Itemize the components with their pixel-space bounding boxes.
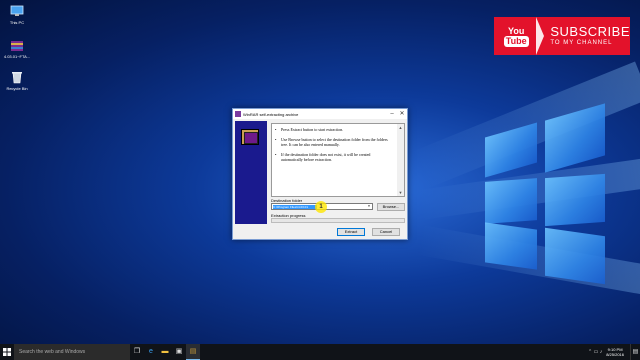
- wallpaper-pane: [485, 222, 537, 270]
- subscribe-text: SUBSCRIBE TO MY CHANNEL: [550, 25, 630, 47]
- scroll-down-icon[interactable]: ▼: [397, 189, 404, 196]
- windows-logo-icon: [3, 348, 11, 356]
- desktop-icon-archive[interactable]: 4.03.01~FTA...: [2, 38, 32, 59]
- instruction-text: Use Browse button to select the destinat…: [281, 137, 388, 147]
- destination-folder-value[interactable]: C:\\Program Files\\4.03.01: [273, 205, 317, 209]
- winrar-icon: [235, 111, 241, 117]
- instructions-pane: • Press Extract button to start extracti…: [271, 123, 405, 197]
- scroll-up-icon[interactable]: ▲: [397, 124, 404, 131]
- recycle-bin-icon: [10, 70, 24, 84]
- edge-browser-icon[interactable]: e: [144, 344, 158, 360]
- desktop-icon-label: 4.03.01~FTA...: [3, 54, 31, 59]
- rar-archive-icon: [241, 129, 259, 145]
- extract-button[interactable]: Extract: [337, 228, 365, 236]
- instruction-item: • Use Browse button to select the destin…: [275, 137, 392, 147]
- desktop-icon-label: Recycle Bin: [6, 86, 28, 91]
- instruction-item: • Press Extract button to start extracti…: [275, 127, 392, 132]
- start-button[interactable]: [0, 344, 14, 360]
- clock-date: 8/25/2016: [606, 352, 624, 357]
- tray-icons[interactable]: ⌃ ▭ ♪: [588, 349, 602, 355]
- store-icon[interactable]: ▣: [172, 344, 186, 360]
- desktop-icon-recycle-bin[interactable]: Recycle Bin: [2, 70, 32, 91]
- browse-button[interactable]: Browse...: [377, 203, 405, 211]
- file-explorer-icon[interactable]: ▬: [158, 344, 172, 360]
- desktop-icon-label: This PC: [9, 20, 25, 25]
- extraction-progress-bar: [271, 218, 405, 223]
- winrar-archive-icon: [10, 38, 24, 52]
- wallpaper-pane: [485, 178, 537, 224]
- close-button[interactable]: ✕: [397, 109, 407, 119]
- cancel-button[interactable]: Cancel: [372, 228, 400, 236]
- instruction-text: Press Extract button to start extraction…: [281, 127, 344, 132]
- taskbar-search-box[interactable]: Search the web and Windows: [14, 344, 130, 360]
- action-center-icon[interactable]: ▤: [630, 344, 640, 360]
- youtube-logo-you: You: [508, 25, 525, 36]
- channel-label: TO MY CHANNEL: [550, 40, 613, 46]
- chevron-down-icon[interactable]: ▼: [366, 204, 372, 209]
- clock[interactable]: 9:10 PM 8/25/2016: [606, 347, 624, 357]
- wallpaper-pane: [545, 227, 605, 285]
- subscribe-label: SUBSCRIBE: [550, 24, 630, 39]
- youtube-logo-tube: Tube: [503, 35, 529, 47]
- task-view-icon[interactable]: ❐: [130, 344, 144, 360]
- instructions-scrollbar[interactable]: ▲ ▼: [397, 124, 404, 196]
- minimize-button[interactable]: –: [387, 109, 397, 119]
- winrar-taskbar-icon[interactable]: ▤: [186, 344, 200, 360]
- arrow-icon: [536, 17, 545, 55]
- computer-icon: [10, 4, 24, 18]
- winrar-sfx-dialog: WinRAR self-extracting archive – ✕ • Pre…: [232, 108, 408, 240]
- desktop-icon-this-pc[interactable]: This PC: [2, 4, 32, 25]
- cursor-highlight-marker: 1: [315, 201, 327, 213]
- dialog-sidebar: [235, 121, 267, 224]
- dialog-titlebar[interactable]: WinRAR self-extracting archive – ✕: [233, 109, 407, 119]
- instruction-item: • If the destination folder does not exi…: [275, 152, 392, 162]
- youtube-logo: You Tube: [498, 21, 534, 51]
- youtube-subscribe-banner[interactable]: You Tube SUBSCRIBE TO MY CHANNEL: [494, 17, 630, 55]
- wallpaper-pane: [545, 173, 605, 227]
- taskbar: Search the web and Windows ❐ e ▬ ▣ ▤ ⌃ ▭…: [0, 344, 640, 360]
- dialog-title: WinRAR self-extracting archive: [243, 111, 299, 117]
- instruction-text: If the destination folder does not exist…: [281, 152, 371, 162]
- system-tray: ⌃ ▭ ♪ 9:10 PM 8/25/2016 ▤: [588, 344, 640, 360]
